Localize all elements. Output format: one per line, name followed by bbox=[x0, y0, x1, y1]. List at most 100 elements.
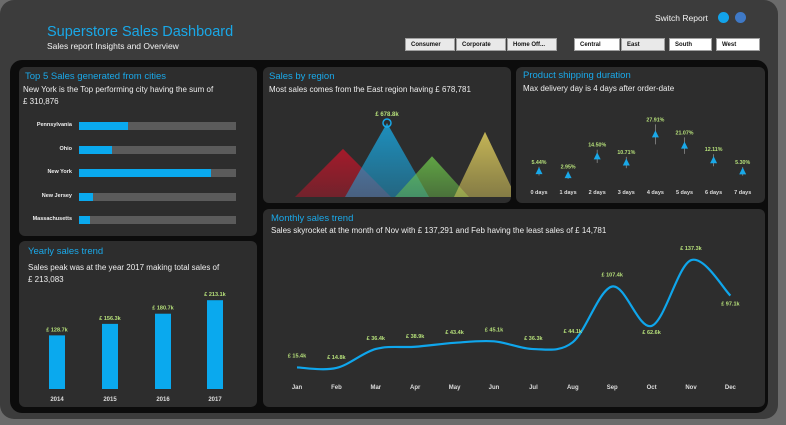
yearly-panel: Yearly sales trend Sales peak was at the… bbox=[19, 241, 257, 407]
monthly-value-label: £ 107.4k bbox=[601, 272, 623, 278]
city-bar-track bbox=[79, 192, 236, 201]
monthly-x-label: Nov bbox=[685, 385, 697, 391]
monthly-x-label: Feb bbox=[331, 385, 342, 391]
slicer-region-central[interactable]: Central bbox=[574, 38, 620, 51]
shipping-point bbox=[739, 167, 747, 175]
shipping-point bbox=[535, 167, 543, 175]
top-cities-text-line1: New York is the Top performing city havi… bbox=[23, 85, 214, 94]
yearly-bar bbox=[207, 300, 223, 389]
city-bar-track bbox=[79, 145, 236, 154]
top-cities-title: Top 5 Sales generated from cities bbox=[25, 71, 166, 82]
monthly-value-label: £ 97.1k bbox=[721, 302, 740, 308]
slicer-region-south[interactable]: South bbox=[669, 38, 712, 51]
monthly-x-label: Oct bbox=[647, 385, 657, 391]
switch-report-dot-2[interactable] bbox=[735, 12, 746, 23]
monthly-x-label: Mar bbox=[370, 385, 381, 391]
monthly-line bbox=[296, 258, 732, 371]
monthly-value-label: £ 15.4k bbox=[288, 353, 307, 359]
city-bar-track bbox=[79, 169, 236, 177]
shipping-x-label: 3 days bbox=[618, 190, 635, 196]
shipping-point bbox=[593, 152, 601, 160]
slicer-region-west[interactable]: West bbox=[716, 38, 760, 51]
top-cities-text-line2: £ 310,876 bbox=[23, 97, 59, 106]
slicer-segment-consumer[interactable]: Consumer bbox=[405, 38, 455, 51]
shipping-x-label: 2 days bbox=[589, 190, 606, 196]
city-label: New York bbox=[47, 169, 72, 175]
shipping-value-label: 5.30% bbox=[735, 160, 750, 166]
shipping-value-label: 2.95% bbox=[561, 164, 576, 170]
monthly-value-label: £ 36.4k bbox=[367, 336, 386, 342]
shipping-x-label: 1 days bbox=[560, 190, 577, 196]
monthly-x-label: Sep bbox=[607, 385, 618, 391]
slicer-segment-home-office[interactable]: Home Off... bbox=[507, 38, 557, 51]
monthly-x-label: Dec bbox=[725, 385, 737, 391]
city-label: New Jersey bbox=[41, 192, 72, 199]
yearly-x-label: 2016 bbox=[156, 397, 170, 403]
shipping-x-label: 4 days bbox=[647, 190, 664, 196]
shipping-x-label: 5 days bbox=[676, 190, 693, 196]
dashboard-title: Superstore Sales Dashboard bbox=[47, 24, 234, 40]
monthly-value-label: £ 44.1k bbox=[564, 329, 583, 335]
yearly-value-label: £ 213.1k bbox=[204, 292, 226, 298]
monthly-x-label: Jul bbox=[529, 385, 538, 391]
monthly-x-label: May bbox=[449, 385, 461, 391]
shipping-point bbox=[651, 130, 659, 138]
shipping-value-label: 27.91% bbox=[646, 117, 664, 123]
city-bar-track bbox=[79, 122, 236, 130]
city-label: Ohio bbox=[59, 145, 72, 152]
monthly-value-label: £ 45.1k bbox=[485, 327, 504, 333]
region-peak-label: £ 678.8k bbox=[375, 112, 399, 118]
city-bar bbox=[79, 145, 112, 154]
shipping-x-label: 0 days bbox=[530, 190, 547, 196]
shipping-value-label: 14.50% bbox=[588, 143, 606, 149]
city-bar-track bbox=[79, 216, 236, 224]
monthly-value-label: £ 62.6k bbox=[642, 330, 661, 336]
yearly-bar bbox=[102, 323, 118, 389]
yearly-x-label: 2017 bbox=[208, 397, 222, 403]
slicer-segment-corporate[interactable]: Corporate bbox=[456, 38, 506, 51]
monthly-x-label: Jun bbox=[489, 385, 500, 391]
monthly-value-label: £ 137.3k bbox=[680, 246, 702, 252]
monthly-panel: Monthly sales trend Sales skyrocket at t… bbox=[263, 209, 765, 407]
shipping-point bbox=[710, 156, 718, 164]
shipping-value-label: 21.07% bbox=[676, 130, 694, 136]
monthly-x-label: Apr bbox=[410, 385, 421, 391]
yearly-x-label: 2015 bbox=[103, 397, 117, 403]
city-label: Pennsylvania bbox=[36, 122, 72, 128]
shipping-value-label: 12.11% bbox=[705, 147, 723, 153]
monthly-chart: £ 15.4k Jan £ 14.8k Feb £ 36.4k Mar £ 38.9k Apr… bbox=[288, 246, 741, 391]
yearly-value-label: £ 156.3k bbox=[99, 316, 121, 322]
region-area-west bbox=[454, 131, 511, 197]
yearly-value-label: £ 180.7k bbox=[152, 306, 174, 312]
yearly-x-label: 2014 bbox=[50, 397, 64, 403]
shipping-panel: Product shipping duration Max delivery d… bbox=[516, 67, 765, 203]
city-bar bbox=[79, 216, 90, 224]
shipping-value-label: 10.71% bbox=[617, 150, 635, 156]
region-panel: Sales by region Most sales comes from th… bbox=[263, 67, 511, 203]
monthly-x-label: Aug bbox=[567, 385, 579, 391]
city-bar bbox=[79, 122, 128, 130]
monthly-value-label: £ 43.4k bbox=[445, 330, 464, 336]
slicer-region-east[interactable]: East bbox=[621, 38, 665, 51]
shipping-point bbox=[622, 158, 630, 166]
city-label: Massachusetts bbox=[32, 216, 72, 222]
monthly-value-label: £ 36.3k bbox=[524, 336, 543, 342]
region-chart: £ 678.8k bbox=[295, 112, 511, 197]
monthly-value-label: £ 14.8k bbox=[327, 355, 346, 361]
top-cities-panel: Top 5 Sales generated from cities New Yo… bbox=[19, 67, 257, 236]
shipping-x-label: 7 days bbox=[734, 190, 751, 196]
yearly-bar bbox=[155, 313, 171, 389]
city-bar bbox=[79, 192, 94, 201]
city-bar bbox=[79, 169, 211, 177]
shipping-x-label: 6 days bbox=[705, 190, 722, 196]
shipping-value-label: 5.44% bbox=[531, 160, 546, 166]
switch-report-label: Switch Report bbox=[655, 13, 708, 23]
shipping-chart: 5.44% 0 days 2.95% 1 days 14.50% 2 days 10.71%… bbox=[530, 117, 751, 196]
monthly-value-label: £ 38.9k bbox=[406, 334, 425, 340]
yearly-chart: £ 128.7k 2014 £ 156.3k 2015 £ 180.7k 2016 £ 21… bbox=[46, 292, 226, 403]
switch-report-dot-1[interactable] bbox=[718, 12, 729, 23]
shipping-point bbox=[681, 141, 688, 149]
yearly-bar bbox=[49, 335, 65, 389]
yearly-value-label: £ 128.7k bbox=[46, 327, 68, 333]
monthly-x-label: Jan bbox=[292, 385, 303, 391]
